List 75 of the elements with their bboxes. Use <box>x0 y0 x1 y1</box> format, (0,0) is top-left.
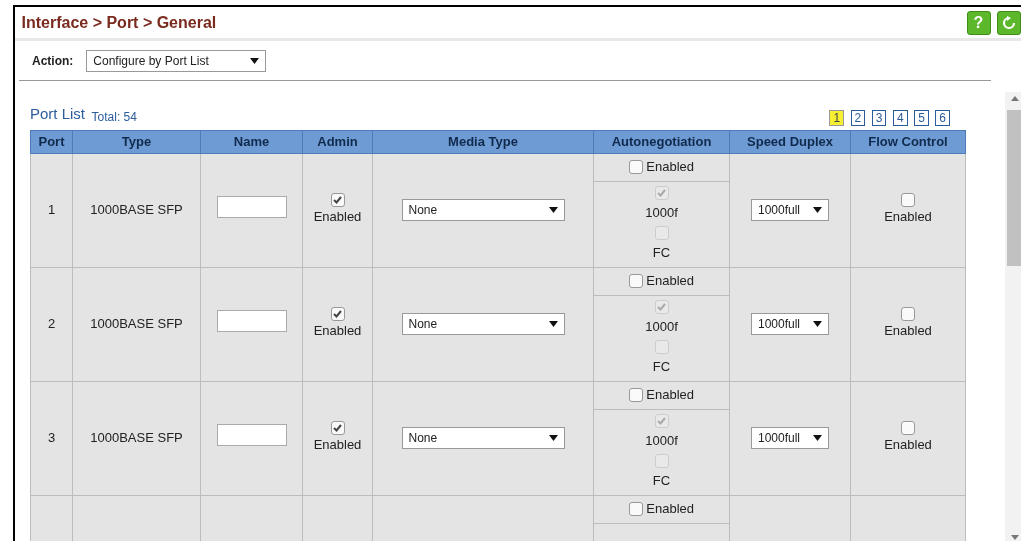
name-input[interactable] <box>216 310 287 333</box>
speed-duplex-dropdown[interactable]: 1000full <box>751 313 829 335</box>
checkbox-label: 1000f <box>645 431 678 450</box>
breadcrumb: Interface > Port > General <box>21 12 217 33</box>
checkbox-label: Enabled <box>313 322 362 341</box>
column-header: Port <box>30 130 73 153</box>
checkbox[interactable] <box>901 421 915 436</box>
column-header: Admin <box>302 130 373 153</box>
caret-icon <box>813 321 822 327</box>
checkbox-label: Enabled <box>646 158 694 177</box>
refresh-icon <box>1002 15 1016 30</box>
scroll-down-icon[interactable] <box>1011 535 1019 540</box>
checkbox-label: 1000f <box>645 203 678 222</box>
checkbox-label: Enabled <box>313 436 362 455</box>
column-header: Autonegotiation <box>593 130 730 153</box>
checkbox[interactable] <box>330 193 345 208</box>
caret-icon <box>250 57 260 64</box>
port-type: 1000BASE SFP <box>90 430 183 446</box>
column-header: Speed Duplex <box>729 130 851 153</box>
checkbox[interactable] <box>629 160 643 174</box>
checkbox[interactable] <box>629 502 643 516</box>
checkbox-label: Enabled <box>646 386 694 405</box>
page-link[interactable]: 4 <box>892 109 908 126</box>
speed-duplex-dropdown[interactable]: 1000full <box>751 199 829 221</box>
scroll-up-icon[interactable] <box>1011 96 1019 101</box>
checkbox-label: Enabled <box>313 208 362 227</box>
media-type-dropdown[interactable]: None <box>401 313 565 335</box>
checkbox-label: Enabled <box>884 322 932 341</box>
caret-icon <box>813 207 822 213</box>
total-count: Total: 54 <box>91 108 137 126</box>
checkbox-label: Enabled <box>646 500 694 519</box>
port-number: 2 <box>47 316 56 332</box>
caret-icon <box>548 207 558 213</box>
caret-icon <box>813 435 822 441</box>
caret-icon <box>548 321 558 327</box>
port-type: 1000BASE SFP <box>90 316 183 332</box>
page-link[interactable]: 3 <box>871 109 887 126</box>
column-header: Flow Control <box>850 130 966 153</box>
scrollbar[interactable] <box>1005 92 1021 541</box>
column-header: Media Type <box>372 130 594 153</box>
checkbox-label: Enabled <box>884 436 932 455</box>
caret-icon <box>548 435 558 441</box>
port-list-title: Port List <box>30 104 86 124</box>
port-number: 1 <box>47 202 56 218</box>
check-icon <box>333 424 342 433</box>
checkbox[interactable] <box>330 307 345 322</box>
port-number: 3 <box>47 430 56 446</box>
page-link[interactable]: 5 <box>914 109 929 126</box>
port-type: 1000BASE SFP <box>90 202 183 218</box>
check-icon <box>333 196 342 205</box>
action-dropdown[interactable]: Configure by Port List <box>86 49 267 72</box>
checkbox[interactable] <box>330 421 345 436</box>
checkbox[interactable] <box>629 274 643 288</box>
checkbox-label: Enabled <box>884 208 932 227</box>
name-input[interactable] <box>216 196 287 219</box>
refresh-button[interactable] <box>997 10 1021 35</box>
media-type-dropdown[interactable]: None <box>401 199 565 221</box>
column-header: Type <box>72 130 201 153</box>
checkbox-label: Enabled <box>646 272 694 291</box>
speed-duplex-dropdown[interactable]: 1000full <box>751 427 829 449</box>
page-link[interactable]: 1 <box>829 109 845 126</box>
page-link[interactable]: 2 <box>850 109 866 126</box>
checkbox-label: FC <box>652 243 671 262</box>
name-input[interactable] <box>216 424 287 447</box>
check-icon <box>333 310 342 319</box>
checkbox-label: FC <box>652 357 671 376</box>
page-link[interactable]: 6 <box>935 109 950 126</box>
checkbox-label: 1000f <box>645 317 678 336</box>
checkbox[interactable] <box>629 388 643 402</box>
checkbox[interactable] <box>901 193 915 208</box>
checkbox-label: FC <box>652 471 671 490</box>
checkbox[interactable] <box>901 307 915 322</box>
column-header: Name <box>200 130 303 153</box>
action-label: Action: <box>32 52 74 70</box>
media-type-dropdown[interactable]: None <box>401 427 565 449</box>
